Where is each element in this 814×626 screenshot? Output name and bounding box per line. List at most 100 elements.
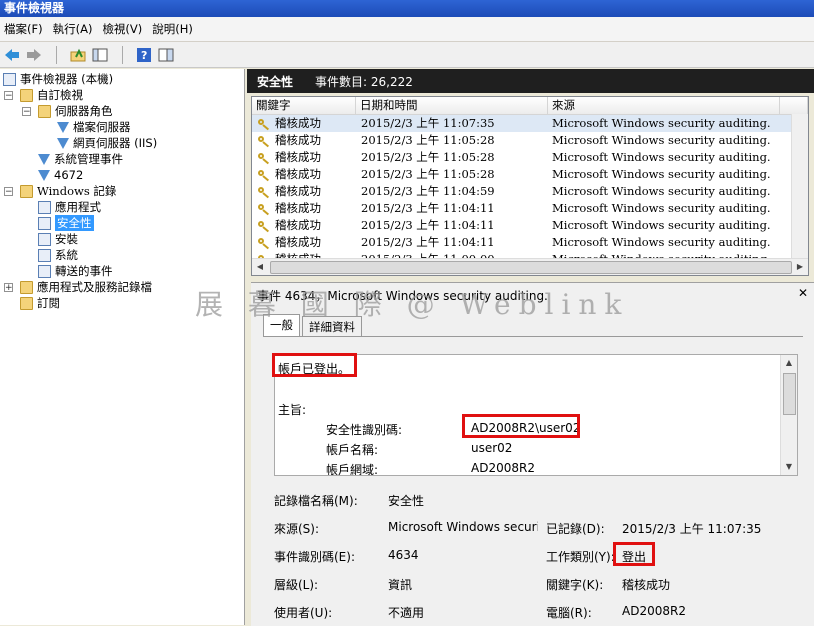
watermark: 展 暮 國 際 @ Weblink [195,288,630,321]
row-source: Microsoft Windows security auditing. [552,167,771,181]
highlight-sid [462,414,580,438]
list-vertical-scrollbar[interactable] [791,114,808,258]
level-value: 資訊 [388,578,413,592]
event-list[interactable]: 關鍵字 日期和時間 來源 稽核成功 2015/2/3 上午 11:07:35 Mic… [251,96,809,276]
table-row[interactable]: 稽核成功 2015/2/3 上午 11:04:11 Microsoft Window… [252,200,800,217]
folder-icon [20,184,33,198]
table-row[interactable]: 稽核成功 2015/2/3 上午 11:04:11 Microsoft Window… [252,217,800,234]
tree-forwarded-events[interactable]: 轉送的事件 [38,263,113,279]
key-icon [258,118,270,129]
help-icon[interactable]: ? [134,45,154,65]
scroll-right-icon[interactable]: ▶ [792,259,808,275]
window-title: 事件檢視器 [0,0,814,17]
row-datetime: 2015/2/3 上午 11:05:28 [361,150,495,164]
back-icon[interactable] [2,45,22,65]
menu-help[interactable]: 說明(H) [152,21,193,37]
tree-subscriptions[interactable]: 訂閱 [20,295,60,311]
row-source: Microsoft Windows security auditing. [552,201,771,215]
key-icon [258,203,270,214]
scroll-left-icon[interactable]: ◀ [252,259,268,275]
log-icon [38,216,51,230]
table-row[interactable]: 稽核成功 2015/2/3 上午 11:04:11 Microsoft Window… [252,234,800,251]
row-datetime: 2015/2/3 上午 11:04:11 [361,201,495,215]
row-source: Microsoft Windows security auditing. [552,116,771,130]
filter-icon [57,137,69,149]
tree-windows-logs[interactable]: Windows 記錄 [20,183,116,199]
table-row[interactable]: 稽核成功 2015/2/3 上午 11:07:35 Microsoft Window… [252,115,800,132]
scroll-up-icon[interactable]: ▲ [781,355,797,371]
key-icon [258,135,270,146]
row-keyword: 稽核成功 [275,235,321,249]
collapse-icon[interactable]: − [4,187,13,197]
tree-security[interactable]: 安全性 [38,215,94,231]
tree-custom-views[interactable]: 自訂檢視 [20,87,83,103]
event-viewer-icon [3,72,16,86]
menu-action[interactable]: 執行(A) [53,21,93,37]
user-value: 不適用 [388,606,425,620]
tree-file-server[interactable]: 檔案伺服器 [57,119,131,135]
console-tree[interactable]: 事件檢視器 (本機) − 自訂檢視 − 伺服器角色 檔案伺服器 網頁伺服器 (I… [0,69,245,625]
tree-server-roles[interactable]: 伺服器角色 [38,103,113,119]
folder-icon [38,104,51,118]
svg-text:?: ? [141,49,147,62]
scroll-thumb[interactable] [270,261,792,274]
tree-application[interactable]: 應用程式 [38,199,101,215]
tree-setup[interactable]: 安裝 [38,231,78,247]
folder-icon [20,88,33,102]
description-scrollbar[interactable]: ▲ ▼ [780,355,797,475]
event-count: 事件數目: 26,222 [315,74,413,89]
toolbar: ? [0,42,814,68]
menu-view[interactable]: 檢視(V) [102,21,142,37]
tree-root[interactable]: 事件檢視器 (本機) [3,71,113,87]
folder-icon [20,280,33,294]
row-keyword: 稽核成功 [275,150,321,164]
up-folder-icon[interactable] [68,45,88,65]
show-action-pane-icon[interactable] [156,45,176,65]
keywords-label: 關鍵字(K): [546,578,604,592]
key-icon [258,169,270,180]
row-datetime: 2015/2/3 上午 11:05:28 [361,167,495,181]
list-horizontal-scrollbar[interactable]: ◀ ▶ [252,258,808,275]
task-label: 工作類別(Y): [546,550,615,564]
table-row[interactable]: 稽核成功 2015/2/3 上午 11:04:59 Microsoft Window… [252,183,800,200]
table-row[interactable]: 稽核成功 2015/2/3 上午 11:05:28 Microsoft Window… [252,132,800,149]
tree-web-server[interactable]: 網頁伺服器 (IIS) [57,135,157,151]
tree-admin-events[interactable]: 系統管理事件 [38,151,123,167]
table-row[interactable]: 稽核成功 2015/2/3 上午 11:05:28 Microsoft Window… [252,166,800,183]
folder-icon [20,296,33,310]
scroll-down-icon[interactable]: ▼ [781,459,797,475]
collapse-icon[interactable]: − [4,91,13,101]
column-extra [780,97,808,114]
tree-apps-services[interactable]: 應用程式及服務記錄檔 [20,279,152,295]
show-tree-icon[interactable] [90,45,110,65]
close-icon[interactable]: ✕ [798,286,808,300]
account-name-value: user02 [471,441,513,455]
row-datetime: 2015/2/3 上午 11:07:35 [361,116,495,130]
logged-label: 已記錄(D): [546,522,605,536]
tree-system[interactable]: 系統 [38,247,78,263]
filter-icon [38,169,50,181]
account-domain-value: AD2008R2 [471,461,535,475]
menu-file[interactable]: 檔案(F) [4,21,43,37]
row-datetime: 2015/2/3 上午 11:04:11 [361,218,495,232]
highlight-task [613,542,655,566]
row-source: Microsoft Windows security auditing. [552,235,771,249]
sid-label: 安全性識別碼: [326,423,403,437]
table-row[interactable]: 稽核成功 2015/2/3 上午 11:05:28 Microsoft Window… [252,149,800,166]
account-domain-label: 帳戶網域: [326,463,379,476]
key-icon [258,186,270,197]
expand-icon[interactable]: + [4,283,13,293]
account-name-label: 帳戶名稱: [326,443,379,457]
column-source[interactable]: 來源 [548,97,780,114]
column-keyword[interactable]: 關鍵字 [252,97,356,114]
row-keyword: 稽核成功 [275,218,321,232]
row-keyword: 稽核成功 [275,201,321,215]
filter-icon [57,121,69,133]
row-datetime: 2015/2/3 上午 11:04:59 [361,184,495,198]
source-value: Microsoft Windows securit [388,520,538,534]
column-datetime[interactable]: 日期和時間 [356,97,548,114]
tree-filter-4672[interactable]: 4672 [38,167,83,183]
scroll-thumb[interactable] [783,373,796,415]
collapse-icon[interactable]: − [22,107,31,117]
forward-icon[interactable] [24,45,44,65]
